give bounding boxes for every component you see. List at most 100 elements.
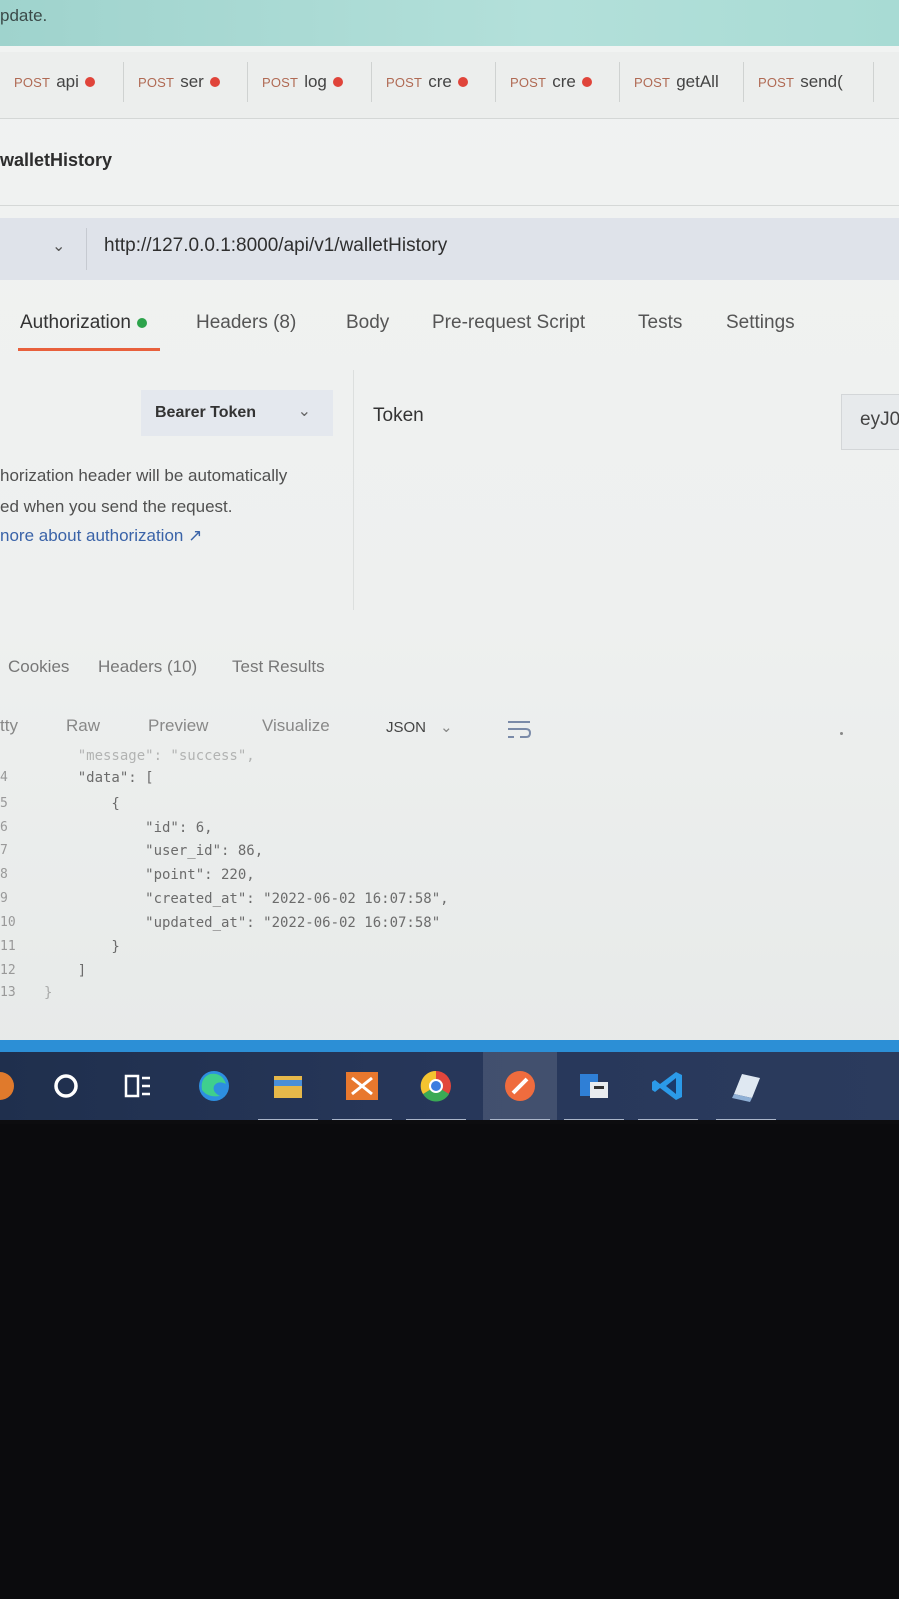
tab-method: POST — [758, 74, 795, 90]
start-icon[interactable] — [0, 1064, 22, 1108]
postman-icon — [505, 1071, 535, 1101]
token-value: eyJ0 — [860, 409, 899, 430]
auth-note-line2: ed when you send the request. — [0, 497, 233, 516]
line-number: 6 — [0, 820, 8, 835]
wrap-lines-icon[interactable] — [506, 718, 532, 740]
postman-window: pdate. POST api POST ser POST log POST c… — [0, 0, 899, 1120]
vscode-icon[interactable] — [638, 1064, 698, 1120]
view-raw-button[interactable]: Raw — [66, 716, 100, 736]
unsaved-dot-icon — [84, 77, 95, 87]
response-tab-cookies[interactable]: Cookies — [8, 657, 69, 677]
request-tab-log[interactable]: POST log — [248, 62, 372, 102]
chrome-icon — [420, 1070, 451, 1102]
xampp-icon — [346, 1072, 378, 1100]
request-tab-getall[interactable]: POST getAll — [620, 62, 744, 102]
line-number: 5 — [0, 796, 8, 811]
code-line: "point": 220, — [44, 867, 255, 883]
request-subtabs: Authorization Headers (8) Body Pre-reque… — [0, 308, 899, 353]
tab-name: cre — [428, 72, 452, 91]
line-number: 4 — [0, 770, 8, 785]
format-select[interactable]: JSON ⌄ — [386, 718, 453, 736]
running-indicator — [638, 1119, 698, 1120]
laptop-bezel — [0, 1124, 899, 1599]
request-tab-cre[interactable]: POST cre — [372, 62, 496, 102]
body-view-options: tty Raw Preview Visualize JSON ⌄ — [0, 710, 899, 750]
unsaved-dot-icon — [332, 77, 343, 87]
task-view-icon[interactable] — [116, 1064, 160, 1108]
running-indicator — [332, 1119, 392, 1120]
code-line: } — [44, 939, 120, 955]
format-value: JSON — [386, 719, 427, 736]
code-line: "data": [ — [44, 770, 154, 786]
windows-taskbar — [0, 1052, 899, 1120]
chrome-icon[interactable] — [406, 1064, 466, 1120]
tab-authorization[interactable]: Authorization — [20, 312, 147, 334]
code-line: "message": "success", — [44, 748, 255, 764]
learn-more-auth-link[interactable]: nore about authorization ↗ — [0, 526, 202, 546]
running-indicator — [406, 1119, 466, 1120]
update-banner-text: pdate. — [0, 6, 48, 25]
request-tab-bar: POST api POST ser POST log POST cre POST… — [0, 52, 899, 119]
line-number: 12 — [0, 963, 16, 978]
line-number: 7 — [0, 843, 8, 858]
tab-name: send( — [800, 72, 843, 91]
code-line: } — [44, 985, 53, 1001]
vscode-icon — [652, 1072, 682, 1100]
line-number: 9 — [0, 891, 8, 906]
cortana-icon[interactable] — [44, 1064, 88, 1108]
tab-method: POST — [138, 74, 175, 90]
tab-name: log — [304, 72, 327, 91]
tab-settings[interactable]: Settings — [726, 312, 795, 334]
server-icon[interactable] — [564, 1064, 624, 1120]
request-name[interactable]: walletHistory — [0, 150, 112, 171]
tab-name: ser — [180, 72, 204, 91]
token-input[interactable]: eyJ0 — [841, 394, 899, 450]
unsaved-dot-icon — [209, 77, 220, 87]
file-explorer-icon[interactable] — [258, 1064, 318, 1120]
tab-method: POST — [386, 74, 423, 90]
line-number: 11 — [0, 939, 16, 954]
chevron-down-icon: ⌄ — [440, 719, 453, 736]
divider — [840, 732, 843, 735]
tab-prerequest-script[interactable]: Pre-request Script — [432, 312, 585, 334]
xampp-icon[interactable] — [332, 1064, 392, 1120]
token-label: Token — [373, 405, 424, 426]
view-visualize-button[interactable]: Visualize — [262, 716, 330, 736]
update-banner: pdate. — [0, 0, 899, 46]
tab-tests[interactable]: Tests — [638, 312, 682, 334]
code-line: "user_id": 86, — [44, 843, 264, 859]
tab-method: POST — [510, 74, 547, 90]
tab-authorization-label: Authorization — [20, 312, 131, 333]
response-tab-test-results[interactable]: Test Results — [232, 657, 325, 677]
request-tab-api[interactable]: POST api — [0, 62, 124, 102]
auth-type-value: Bearer Token — [155, 404, 257, 421]
url-input[interactable]: http://127.0.0.1:8000/api/v1/walletHisto… — [104, 235, 447, 257]
auth-note-line1: horization header will be automatically — [0, 466, 288, 485]
tab-method: POST — [634, 74, 671, 90]
request-tab-cre-2[interactable]: POST cre — [496, 62, 620, 102]
notepad-icon — [732, 1074, 760, 1102]
view-preview-button[interactable]: Preview — [148, 716, 208, 736]
postman-icon[interactable] — [490, 1064, 550, 1120]
tab-headers[interactable]: Headers (8) — [196, 312, 296, 334]
tab-body[interactable]: Body — [346, 312, 389, 334]
request-tab-ser[interactable]: POST ser — [124, 62, 248, 102]
authorization-panel: Bearer Token ⌄ Token eyJ0 horization hea… — [0, 370, 899, 610]
edge-icon[interactable] — [192, 1064, 236, 1108]
method-dropdown-chevron-icon[interactable]: ⌄ — [52, 236, 65, 256]
url-bar: ⌄ http://127.0.0.1:8000/api/v1/walletHis… — [0, 218, 899, 280]
tab-name: api — [56, 72, 79, 91]
request-tab-send[interactable]: POST send( — [744, 62, 874, 102]
response-tab-headers[interactable]: Headers (10) — [98, 657, 197, 677]
view-pretty-button[interactable]: tty — [0, 716, 18, 736]
chevron-down-icon: ⌄ — [297, 403, 311, 420]
server-icon — [580, 1074, 608, 1098]
notepad-icon[interactable] — [716, 1064, 776, 1120]
unsaved-dot-icon — [457, 77, 468, 87]
auth-type-select[interactable]: Bearer Token ⌄ — [141, 390, 333, 436]
code-line: "id": 6, — [44, 820, 213, 836]
active-tab-indicator — [18, 348, 160, 351]
tab-method: POST — [262, 74, 299, 90]
code-line: { — [44, 796, 120, 812]
code-line: "created_at": "2022-06-02 16:07:58", — [44, 891, 449, 907]
